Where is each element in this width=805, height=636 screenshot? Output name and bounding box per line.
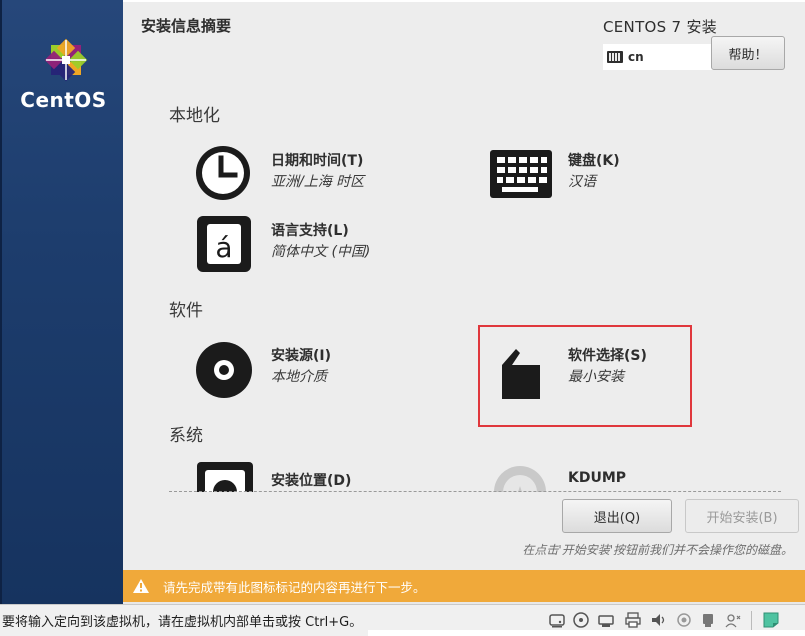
network-tray-icon[interactable] xyxy=(597,611,615,629)
begin-install-button[interactable]: 开始安装(B) xyxy=(685,499,799,533)
message-tray-icon[interactable] xyxy=(762,611,780,629)
spoke-scroll-clip: 安装位置(D) KDUMP xyxy=(123,440,805,492)
spoke-language[interactable]: á 语言支持(L) 简体中文 (中国) xyxy=(191,210,451,274)
clock-icon xyxy=(196,146,250,200)
vm-bottom-edge xyxy=(368,630,805,636)
section-localization: 本地化 xyxy=(169,106,220,126)
top-highlight-line xyxy=(123,0,805,2)
scroll-divider xyxy=(169,491,781,492)
keyboard-small-icon xyxy=(607,51,623,63)
spoke-install-source-status: 本地介质 xyxy=(271,369,327,385)
kdump-icon xyxy=(494,466,546,492)
spoke-keyboard-status: 汉语 xyxy=(568,174,596,190)
shared-folder-tray-icon[interactable] xyxy=(724,611,742,629)
centos-logo-text: CentOS xyxy=(20,88,107,112)
usb-tray-icon[interactable] xyxy=(699,611,717,629)
cdrom-tray-icon[interactable] xyxy=(572,611,590,629)
installer-window: CentOS 安装信息摘要 CENTOS 7 安装 cn 帮助！ 本地化 日期和… xyxy=(0,0,805,636)
keyboard-layout-indicator[interactable]: cn xyxy=(603,44,713,70)
svg-text:á: á xyxy=(215,231,232,264)
centos-logo-icon xyxy=(44,38,88,82)
disk-hint-text: 在点击'开始安装'按钮前我们并不会操作您的磁盘。 xyxy=(522,543,793,557)
page-title: 安装信息摘要 xyxy=(141,17,232,35)
warning-text: 请先完成带有此图标标记的内容再进行下一步。 xyxy=(163,579,426,595)
quit-button[interactable]: 退出(Q) xyxy=(562,499,672,533)
camera-tray-icon[interactable] xyxy=(675,611,693,629)
printer-tray-icon[interactable] xyxy=(624,611,642,629)
spoke-language-status: 简体中文 (中国) xyxy=(271,244,371,260)
warning-icon xyxy=(133,579,149,593)
language-icon: á xyxy=(197,216,251,272)
spoke-kdump-title: KDUMP xyxy=(568,470,627,486)
section-software: 软件 xyxy=(169,301,203,321)
spoke-install-destination-title: 安装位置(D) xyxy=(271,473,352,489)
spoke-install-source[interactable]: 安装源(I) 本地介质 xyxy=(191,335,451,399)
highlight-annotation xyxy=(478,325,692,427)
spoke-keyboard[interactable]: 键盘(K) 汉语 xyxy=(488,140,688,204)
sidebar: CentOS xyxy=(0,0,123,604)
keyboard-layout-label: cn xyxy=(628,50,644,64)
spoke-datetime-status: 亚洲/上海 时区 xyxy=(271,174,365,190)
spoke-language-title: 语言支持(L) xyxy=(271,223,349,239)
spoke-keyboard-title: 键盘(K) xyxy=(568,153,620,169)
spoke-install-destination[interactable]: 安装位置(D) xyxy=(191,460,451,492)
sound-tray-icon[interactable] xyxy=(650,611,668,629)
vm-input-hint: 要将输入定向到该虚拟机，请在虚拟机内部单击或按 Ctrl+G。 xyxy=(2,615,363,630)
help-button[interactable]: 帮助！ xyxy=(711,36,785,70)
spoke-datetime-title: 日期和时间(T) xyxy=(271,153,364,169)
spoke-install-source-title: 安装源(I) xyxy=(271,348,332,364)
keyboard-icon xyxy=(490,150,552,198)
harddisk-icon xyxy=(197,462,253,492)
summary-panel: 安装信息摘要 CENTOS 7 安装 cn 帮助！ 本地化 日期和时间(T) 亚… xyxy=(123,0,805,570)
spoke-kdump[interactable]: KDUMP xyxy=(488,460,688,492)
warning-bar: 请先完成带有此图标标记的内容再进行下一步。 xyxy=(123,570,805,602)
disc-icon xyxy=(196,342,252,398)
spoke-datetime[interactable]: 日期和时间(T) 亚洲/上海 时区 xyxy=(191,140,451,204)
harddisk-tray-icon[interactable] xyxy=(548,611,566,629)
tray-divider xyxy=(751,611,752,631)
product-title: CENTOS 7 安装 xyxy=(603,18,718,36)
